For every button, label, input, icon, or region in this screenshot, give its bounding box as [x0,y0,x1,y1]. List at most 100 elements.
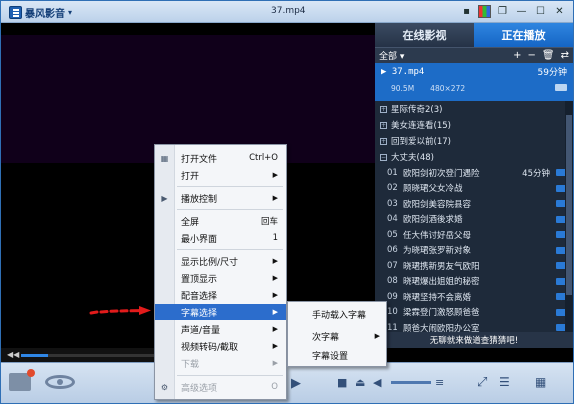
playlist-item-title: 欧阳剑美容院县容 [403,199,472,210]
menu-item-load-subtitle[interactable]: 手动载入字幕 [288,306,386,322]
playlist-item[interactable]: 07 晓珺携新男友气欧阳 [375,258,573,274]
rewind-icon[interactable]: ◀◀ [7,350,19,359]
current-resolution: 480×272 [430,84,466,93]
menu-item-advanced-options[interactable]: ⚙ 高级选项 O [155,379,286,395]
window-controls: ▪ ❐ — ☐ ✕ [459,4,567,19]
collapse-icon: − [380,153,387,161]
playlist-toggle-icon[interactable]: ☰ [499,375,510,389]
playlist-item[interactable]: 09 晓珺坚持不会离婚 [375,289,573,305]
menu-item-aspect-ratio[interactable]: 显示比例/尺寸 ▶ [155,253,286,269]
playlist-item-number: 02 [387,183,398,194]
skin-icon[interactable] [478,5,491,18]
menu-item-open[interactable]: 打开 ▶ [155,167,286,183]
menu-item-download[interactable]: 下载 ▶ [155,355,286,371]
playlist-item-title: 任大伟讨好岳父母 [403,230,472,241]
chevron-down-icon: ▾ [68,7,73,17]
menu-item-subtitle[interactable]: 字幕选择 ▶ [155,304,286,320]
playlist-item-title: 晓珺携新男友气欧阳 [403,261,480,272]
menu-item-fullscreen[interactable]: 全屏 回车 [155,213,286,229]
swap-icon[interactable]: ⇄ [561,50,569,61]
menu-item-open-file[interactable]: ▦ 打开文件 Ctrl+O [155,150,286,166]
playlist-item[interactable]: 02 顾晓珺父女冷战 [375,181,573,197]
playlist-group-open[interactable]: − 大丈夫(48) [375,149,573,165]
menu-item-audio-track[interactable]: 配音选择 ▶ [155,287,286,303]
playlist-item-number: 08 [387,276,398,287]
filter-all-dropdown[interactable]: 全部 ▾ [379,49,404,62]
playlist-item[interactable]: 06 为晓珺张罗新对象 [375,243,573,259]
volume-icon[interactable]: ◀ [373,376,381,389]
play-indicator-icon: ▶ [381,66,392,77]
playlist-item-number: 09 [387,291,398,302]
expand-icon: + [380,105,387,113]
fullscreen-icon[interactable]: ⤢ [477,375,487,390]
restore-icon[interactable]: ❐ [495,4,510,19]
submenu-arrow-icon: ▶ [272,274,278,282]
window-title: 37.mp4 [271,6,306,16]
playlist-item-title: 顾晓珺父女冷战 [403,184,463,195]
playlist-group[interactable]: + 星际传奇2(3) [375,101,573,117]
add-icon[interactable]: + [513,50,521,61]
playlist-item[interactable]: 08 晓珺爆出姐姐的秘密 [375,274,573,290]
playlist-current-item[interactable]: ▶ 37.mp4 59分钟 90.5M 480×272 [375,63,573,101]
playlist-item[interactable]: 03 欧阳剑美容院县容 [375,196,573,212]
player-window: 暴风影音 ▾ 37.mp4 ▪ ❐ — ☐ ✕ 在线影视 正在播放 全部 ▾ +… [0,0,574,404]
menu-separator [177,375,283,376]
remove-icon[interactable]: − [528,50,536,61]
equalizer-icon[interactable]: ≡ [435,376,444,389]
playlist-item-number: 06 [387,245,398,256]
playlist-item-number: 01 [387,167,398,178]
menu-item-always-on-top[interactable]: 置顶显示 ▶ [155,270,286,286]
playlist-item[interactable]: 10 梁霖登门激怒顾爸爸 [375,305,573,321]
playlist-item-number: 05 [387,229,398,240]
playlist-group[interactable]: + 回到爱以前(17) [375,133,573,149]
message-icon[interactable]: ▪ [459,4,474,19]
hd-icon [555,84,567,91]
tab-now-playing[interactable]: 正在播放 [474,23,573,47]
menu-item-subtitle-settings[interactable]: 字幕设置 [288,347,386,363]
stop-icon[interactable]: ■ [337,376,347,389]
playlist-item-title: 晓珺爆出姐姐的秘密 [403,277,480,288]
expand-icon: + [380,137,387,145]
playlist-item-number: 03 [387,198,398,209]
playlist-item[interactable]: 04 欧阳剑酒後求婚 [375,212,573,228]
trash-icon[interactable]: 🗑 [542,50,555,61]
eye-icon[interactable] [45,375,75,389]
tab-online-video[interactable]: 在线影视 [375,23,474,47]
open-folder-icon[interactable] [9,369,35,391]
submenu-arrow-icon: ▶ [272,325,278,333]
playlist-item[interactable]: 01 欧阳剑初次登门遇险 45分钟 [375,165,573,181]
menu-item-playback-control[interactable]: ▶ 播放控制 ▶ [155,190,286,206]
playlist-scrollbar[interactable] [565,101,573,348]
playlist-bottom-banner[interactable]: 无聊就来做道查猜猜吧! [375,332,573,348]
app-menu-button[interactable]: 暴风影音 ▾ [9,4,72,20]
expand-icon: + [380,121,387,129]
volume-slider[interactable] [391,381,431,384]
playlist-group[interactable]: + 美女连连看(15) [375,117,573,133]
maximize-button[interactable]: ☐ [533,4,548,19]
menu-item-channel-volume[interactable]: 声道/音量 ▶ [155,321,286,337]
context-menu: ▦ 打开文件 Ctrl+O 打开 ▶ ▶ 播放控制 ▶ 全屏 回车 最小界面 1… [154,144,287,400]
menu-separator [177,249,283,250]
eject-icon[interactable]: ⏏ [355,376,365,389]
close-button[interactable]: ✕ [552,4,567,19]
menu-item-secondary-subtitle[interactable]: 次字幕 ▶ [288,328,386,344]
playlist-item-title: 为晓珺张罗新对象 [403,246,472,257]
menu-item-transcode[interactable]: 视频转码/截取 ▶ [155,338,286,354]
scrollbar-thumb[interactable] [566,115,572,295]
playlist-item[interactable]: 05 任大伟讨好岳父母 [375,227,573,243]
playlist-item-number: 10 [387,307,398,318]
menu-item-mini-mode[interactable]: 最小界面 1 [155,230,286,246]
red-arrow-annotation [89,306,151,315]
playlist-item-number: 04 [387,214,398,225]
playlist-tabs: 在线影视 正在播放 [375,23,573,47]
gear-icon: ⚙ [160,383,169,392]
toolbox-icon[interactable]: ▦ [535,375,546,389]
playlist-item-title: 欧阳剑酒後求婚 [403,215,463,226]
submenu-arrow-icon: ▶ [374,332,380,340]
play-icon: ▶ [161,194,168,203]
submenu-arrow-icon: ▶ [272,194,278,202]
minimize-button[interactable]: — [514,4,529,19]
playlist-item-duration: 45分钟 [522,168,550,179]
submenu-arrow-icon: ▶ [272,171,278,179]
play-icon[interactable]: ▶ [289,375,303,391]
